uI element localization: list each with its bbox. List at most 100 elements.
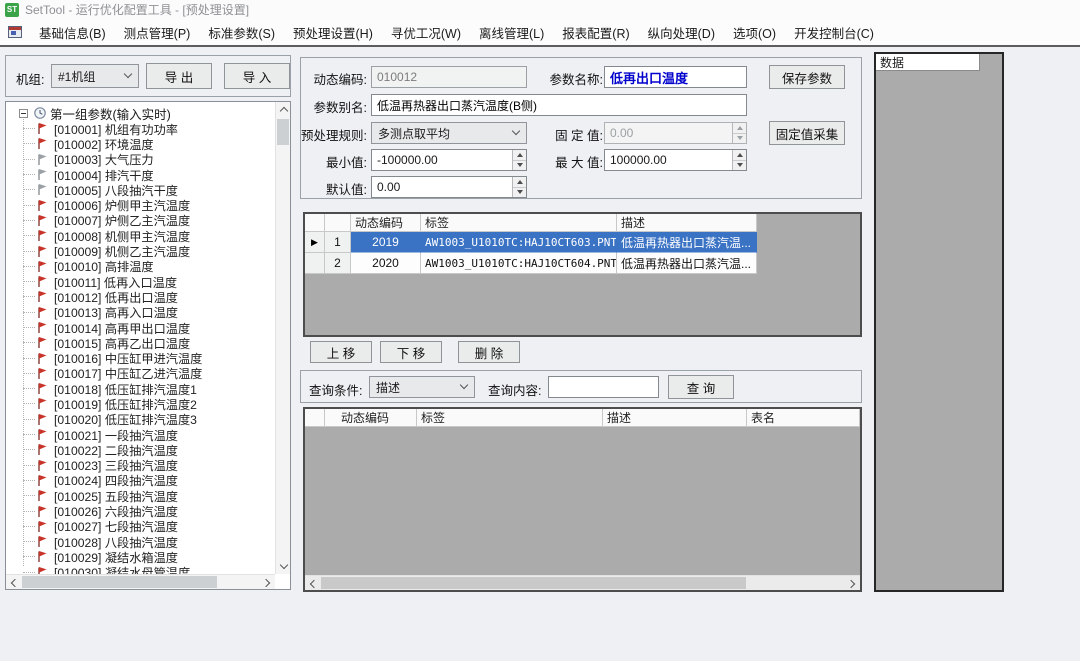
import-button-label: 导 入 xyxy=(243,67,271,86)
result-horizontal-scrollbar[interactable] xyxy=(305,575,860,590)
menu-bar: 基础信息(B) 测点管理(P) 标准参数(S) 预处理设置(H) 寻优工况(W)… xyxy=(0,19,1080,45)
max-value: 100000.00 xyxy=(610,150,667,170)
code-field: 010012 xyxy=(371,66,527,88)
spinner-up-icon[interactable] xyxy=(513,177,526,188)
tree-vertical-scrollbar[interactable] xyxy=(275,102,290,574)
collapse-icon[interactable] xyxy=(19,109,28,118)
scroll-left-icon[interactable] xyxy=(305,576,320,591)
tree-connector xyxy=(23,495,35,496)
tree-connector xyxy=(23,281,35,282)
max-spinner[interactable]: 100000.00 xyxy=(604,149,747,171)
menu-item[interactable]: 预处理设置(H) xyxy=(284,20,382,44)
flag-icon xyxy=(36,306,48,319)
fixed-capture-button[interactable]: 固定值采集 xyxy=(769,121,845,145)
tree-connector xyxy=(23,541,35,542)
menu-item[interactable]: 选项(O) xyxy=(724,20,785,44)
tree-horizontal-scrollbar[interactable] xyxy=(6,574,275,589)
header-tag[interactable]: 标签 xyxy=(417,409,603,427)
header-tablename[interactable]: 表名 xyxy=(747,409,860,427)
flag-icon xyxy=(36,550,48,563)
menu-item[interactable]: 测点管理(P) xyxy=(115,20,200,44)
scroll-right-icon[interactable] xyxy=(845,576,860,591)
save-params-button[interactable]: 保存参数 xyxy=(769,65,845,89)
menu-item[interactable]: 寻优工况(W) xyxy=(382,20,470,44)
unit-label: 机组: xyxy=(16,69,44,88)
header-tag[interactable]: 标签 xyxy=(421,214,617,232)
spinner-up-icon[interactable] xyxy=(733,150,746,161)
flag-icon xyxy=(36,260,48,273)
table-row[interactable]: ▶ 1 2019 AW1003_U1010TC:HAJ10CT603.PNT 低… xyxy=(305,232,860,253)
flag-icon xyxy=(36,520,48,533)
min-spinner[interactable]: -100000.00 xyxy=(371,149,527,171)
query-content-input[interactable] xyxy=(548,376,659,398)
scroll-down-icon[interactable] xyxy=(276,559,291,574)
tree-connector xyxy=(23,266,35,267)
tree-connector xyxy=(23,251,35,252)
table-row[interactable]: 2 2020 AW1003_U1010TC:HAJ10CT604.PNT 低温再… xyxy=(305,253,860,274)
name-field[interactable] xyxy=(604,66,747,88)
data-panel: 数据 xyxy=(874,52,1004,592)
tree-connector xyxy=(23,143,35,144)
move-down-button[interactable]: 下 移 xyxy=(380,341,442,363)
import-button[interactable]: 导 入 xyxy=(224,63,290,89)
header-desc[interactable]: 描述 xyxy=(617,214,757,232)
fixed-value: 0.00 xyxy=(610,123,633,143)
menu-item[interactable]: 纵向处理(D) xyxy=(639,20,724,44)
flag-icon xyxy=(36,214,48,227)
app-icon: ST xyxy=(5,3,19,17)
header-code[interactable]: 动态编码 xyxy=(325,409,417,427)
menu-item-label: 寻优工况(W) xyxy=(391,23,461,42)
move-up-button[interactable]: 上 移 xyxy=(310,341,372,363)
tree-connector xyxy=(23,174,35,175)
alias-field[interactable] xyxy=(371,94,747,116)
search-button[interactable]: 查 询 xyxy=(668,375,734,399)
menu-item[interactable]: 离线管理(L) xyxy=(470,20,553,44)
scroll-thumb[interactable] xyxy=(277,119,289,145)
code-label: 动态编码: xyxy=(303,69,367,88)
fixed-value-spinner: 0.00 xyxy=(604,122,747,144)
delete-button[interactable]: 删 除 xyxy=(458,341,520,363)
scroll-up-icon[interactable] xyxy=(276,102,291,117)
tree-connector xyxy=(23,327,35,328)
rule-select[interactable]: 多测点取平均 xyxy=(371,122,527,144)
default-spinner[interactable]: 0.00 xyxy=(371,176,527,198)
tree-root-node[interactable]: 第一组参数(输入实时) xyxy=(6,105,275,121)
flag-icon xyxy=(36,443,48,456)
scroll-thumb[interactable] xyxy=(22,576,217,588)
spinner-down-icon[interactable] xyxy=(513,188,526,198)
spinner-down-icon[interactable] xyxy=(513,161,526,171)
spinner-up-icon[interactable] xyxy=(513,150,526,161)
code-cell: 2019 xyxy=(351,232,421,253)
query-condition-value: 描述 xyxy=(376,379,400,396)
mdi-child-icon[interactable] xyxy=(8,26,22,38)
unit-select-value: #1机组 xyxy=(58,68,95,85)
tree-connector xyxy=(23,526,35,527)
save-params-label: 保存参数 xyxy=(782,68,832,87)
export-button[interactable]: 导 出 xyxy=(146,63,212,89)
result-table-header: 动态编码 标签 描述 表名 xyxy=(305,409,860,427)
mapping-table-header: 动态编码 标签 描述 xyxy=(305,214,860,232)
fixed-value-label: 固 定 值: xyxy=(539,125,603,144)
scroll-left-icon[interactable] xyxy=(6,575,21,590)
tree-connector xyxy=(23,388,35,389)
tree-connector xyxy=(23,205,35,206)
move-down-label: 下 移 xyxy=(397,343,425,362)
row-number-cell: 2 xyxy=(325,253,351,274)
menu-item[interactable]: 标准参数(S) xyxy=(199,20,284,44)
chevron-down-icon xyxy=(124,70,132,78)
header-desc[interactable]: 描述 xyxy=(603,409,747,427)
flag-icon xyxy=(36,428,48,441)
scroll-right-icon[interactable] xyxy=(260,575,275,590)
title-bar: ST SetTool - 运行优化配置工具 - [预处理设置] xyxy=(0,0,1080,19)
menu-item[interactable]: 基础信息(B) xyxy=(30,20,115,44)
tree-item[interactable]: [010030] 凝结水母管温度 xyxy=(6,565,275,574)
header-code[interactable]: 动态编码 xyxy=(351,214,421,232)
menu-item[interactable]: 开发控制台(C) xyxy=(785,20,883,44)
query-condition-select[interactable]: 描述 xyxy=(369,376,475,398)
tree-connector xyxy=(23,403,35,404)
spinner-down-icon[interactable] xyxy=(733,161,746,171)
menu-item[interactable]: 报表配置(R) xyxy=(553,20,638,44)
flag-icon xyxy=(36,183,48,196)
unit-select[interactable]: #1机组 xyxy=(51,64,139,88)
scroll-thumb[interactable] xyxy=(321,577,746,589)
